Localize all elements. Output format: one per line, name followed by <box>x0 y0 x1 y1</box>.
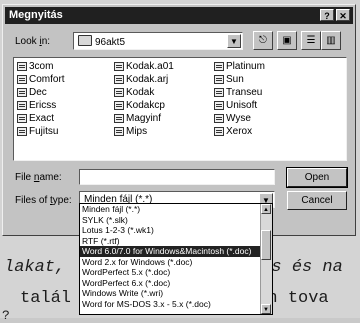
document-icon <box>114 101 124 110</box>
folder-icon <box>78 35 92 46</box>
list-item[interactable]: RTF (*.rtf) <box>80 236 272 247</box>
details-view-icon: ▥ <box>326 35 336 46</box>
help-button[interactable]: ? <box>320 9 334 21</box>
scrollbar-thumb[interactable] <box>261 230 271 260</box>
file-column-1: 3com Comfort Dec Ericss Exact Fujitsu <box>17 60 65 138</box>
open-button[interactable]: Open <box>286 167 348 188</box>
list-item[interactable]: Wyse <box>214 112 265 125</box>
document-icon <box>214 101 224 110</box>
list-item[interactable]: Windows Write (*.wri) <box>80 288 272 299</box>
dialog-title: Megnyitás <box>9 9 63 21</box>
new-folder-button[interactable]: ▣ <box>277 31 297 50</box>
document-icon <box>214 127 224 136</box>
list-item[interactable]: Word for MS-DOS 3.x - 5.x (*.doc) <box>80 299 272 310</box>
document-icon <box>17 88 27 97</box>
document-icon <box>114 114 124 123</box>
list-item[interactable]: Kodak.a01 <box>114 60 174 73</box>
list-item[interactable]: Ericss <box>17 99 65 112</box>
document-icon <box>114 127 124 136</box>
list-item[interactable]: Word 2.x for Windows (*.doc) <box>80 257 272 268</box>
list-item[interactable]: Magyinf <box>114 112 174 125</box>
document-icon <box>214 88 224 97</box>
list-item[interactable]: Sun <box>214 73 265 86</box>
list-view-icon: ☰ <box>306 35 316 46</box>
scroll-up-icon[interactable]: ▲ <box>261 204 271 214</box>
document-icon <box>17 114 27 123</box>
file-list[interactable]: 3com Comfort Dec Ericss Exact Fujitsu Ko… <box>13 57 347 161</box>
look-in-dropdown[interactable]: 96akt5 ▼ <box>73 32 243 50</box>
close-button[interactable]: ✕ <box>336 9 350 21</box>
file-column-2: Kodak.a01 Kodak.arj Kodak Kodakcp Magyin… <box>114 60 174 138</box>
scroll-down-icon[interactable]: ▼ <box>261 304 271 314</box>
document-icon <box>17 101 27 110</box>
list-item[interactable]: Lotus 1-2-3 (*.wk1) <box>80 225 272 236</box>
list-item[interactable]: Fujitsu <box>17 125 65 138</box>
document-icon <box>214 114 224 123</box>
document-icon <box>114 88 124 97</box>
document-icon <box>17 127 27 136</box>
title-bar[interactable]: Megnyitás ? ✕ <box>5 7 353 24</box>
list-item[interactable]: SYLK (*.slk) <box>80 215 272 226</box>
document-icon <box>214 75 224 84</box>
new-folder-icon: ▣ <box>282 35 292 46</box>
list-item[interactable]: Kodak <box>114 86 174 99</box>
list-item-selected[interactable]: Word 6.0/7.0 for Windows&Macintosh (*.do… <box>80 246 272 257</box>
list-view-button[interactable]: ☰ <box>301 31 321 50</box>
file-name-label: File name: <box>15 172 62 183</box>
list-item[interactable]: Xerox <box>214 125 265 138</box>
look-in-label: Look in: <box>15 36 51 47</box>
document-icon <box>17 75 27 84</box>
list-item[interactable]: WordPerfect 6.x (*.doc) <box>80 278 272 289</box>
details-view-button[interactable]: ▥ <box>321 31 341 50</box>
list-item[interactable]: Unisoft <box>214 99 265 112</box>
document-icon <box>214 62 224 71</box>
list-item[interactable]: Kodak.arj <box>114 73 174 86</box>
file-column-3: Platinum Sun Transeu Unisoft Wyse Xerox <box>214 60 265 138</box>
scrollbar[interactable]: ▲ ▼ <box>260 204 272 314</box>
file-name-field[interactable] <box>79 169 275 185</box>
archive-icon <box>114 75 124 84</box>
list-item[interactable]: Exact <box>17 112 65 125</box>
look-in-value: 96akt5 <box>95 37 126 48</box>
document-icon <box>17 62 27 71</box>
up-folder-button[interactable]: ⎋ <box>253 31 273 50</box>
list-item[interactable]: Mips <box>114 125 174 138</box>
open-file-dialog: Megnyitás ? ✕ Look in: 96akt5 ▼ ⎋ ▣ ☰ ▥ … <box>2 4 356 236</box>
file-type-options-list[interactable]: Minden fájl (*.*) SYLK (*.slk) Lotus 1-2… <box>79 203 273 315</box>
list-item[interactable]: WordPerfect 5.x (*.doc) <box>80 267 272 278</box>
list-item[interactable]: Platinum <box>214 60 265 73</box>
background-text-line3: ? <box>2 308 10 323</box>
chevron-down-icon[interactable]: ▼ <box>227 34 241 48</box>
cancel-button[interactable]: Cancel <box>287 191 347 210</box>
list-item[interactable]: 3com <box>17 60 65 73</box>
file-type-label: Files of type: <box>15 195 72 206</box>
list-item[interactable]: Kodakcp <box>114 99 174 112</box>
list-item[interactable]: Dec <box>17 86 65 99</box>
archive-icon <box>114 62 124 71</box>
list-item[interactable]: Minden fájl (*.*) <box>80 204 272 215</box>
list-item[interactable]: Transeu <box>214 86 265 99</box>
up-folder-icon: ⎋ <box>259 35 267 46</box>
list-item[interactable]: Comfort <box>17 73 65 86</box>
